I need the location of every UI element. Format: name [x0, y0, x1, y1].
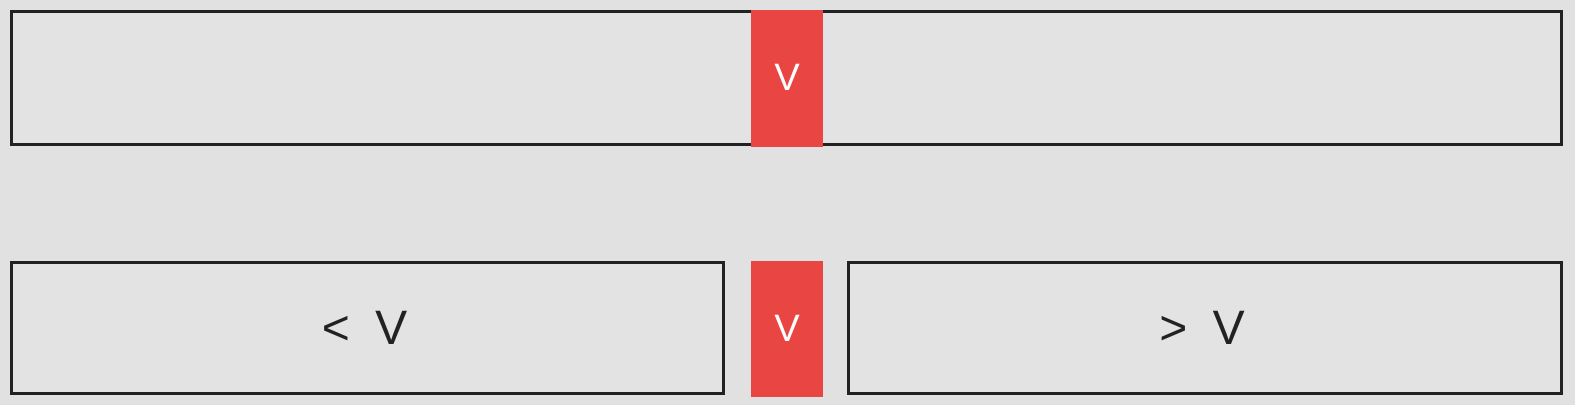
pivot-label-top: V	[774, 57, 800, 99]
right-partition-box: > V	[847, 261, 1563, 395]
partition-diagram: { "colors": { "background": "#e1e1e1", "…	[0, 0, 1575, 405]
right-partition-label: > V	[1159, 301, 1251, 355]
pivot-element-bottom: V	[751, 261, 823, 397]
left-partition-box: < V	[10, 261, 725, 395]
pivot-element-top: V	[751, 10, 823, 147]
left-partition-label: < V	[321, 301, 414, 355]
pivot-label-bottom: V	[774, 307, 800, 350]
